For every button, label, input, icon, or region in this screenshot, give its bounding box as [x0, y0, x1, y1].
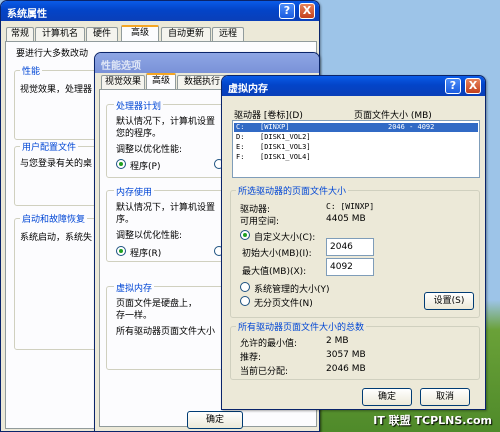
programs-radio-memory-label: 程序(R): [130, 249, 162, 259]
help-button[interactable]: ?: [279, 3, 295, 19]
drive-volume-label: [DISK1_VOL3]: [260, 143, 311, 151]
vm-cancel-button[interactable]: 取消: [420, 388, 470, 406]
vm-text-3: 所有驱动器页面文件大小: [116, 327, 216, 337]
custom-size-label: 自定义大小(C):: [254, 233, 316, 243]
min-allowed-value: 2 MB: [326, 336, 349, 346]
close-button[interactable]: X: [465, 78, 481, 94]
vm-text-2: 存一样。: [116, 311, 153, 321]
custom-size-radio[interactable]: [240, 230, 250, 240]
drive-row[interactable]: F: [DISK1_VOL4]: [234, 153, 478, 162]
programs-radio-processor-label: 程序(P): [130, 162, 161, 172]
no-paging-file-label: 无分页文件(N): [254, 299, 313, 309]
perf-ok-button[interactable]: 确定: [187, 411, 243, 429]
tab-hardware[interactable]: 硬件: [86, 27, 118, 41]
performance-title: 性能: [20, 64, 43, 77]
drive-letter: D:: [236, 133, 245, 141]
system-managed-radio[interactable]: [240, 282, 250, 292]
tab-remote[interactable]: 远程: [212, 27, 244, 41]
user-profile-title: 用户配置文件: [20, 140, 79, 153]
maximum-size-label: 最大值(MB)(X):: [242, 267, 307, 277]
drive-letter: E:: [236, 143, 245, 151]
intro-text: 要进行大多数改动: [16, 49, 89, 59]
system-properties-titlebar[interactable]: 系统属性 ? X: [1, 1, 319, 21]
performance-options-titlebar[interactable]: 性能选项: [95, 53, 319, 73]
startup-text: 系统启动，系统失: [20, 233, 93, 243]
user-profile-text: 与您登录有关的桌: [20, 159, 93, 169]
system-managed-label: 系统管理的大小(Y): [254, 285, 330, 295]
help-button[interactable]: ?: [445, 78, 461, 94]
maximum-size-input[interactable]: 4092: [326, 258, 374, 276]
drive-volume-label: [DISK1_VOL4]: [260, 153, 311, 161]
recommended-label: 推荐:: [240, 353, 262, 363]
free-space-label: 可用空间:: [240, 217, 280, 227]
drive-page-size: 2046 - 4092: [388, 123, 435, 131]
tab-advanced[interactable]: 高级: [121, 25, 159, 41]
memory-adjust-label: 调整以优化性能:: [116, 231, 183, 241]
memory-text-2: 序。: [116, 215, 135, 225]
tab-general[interactable]: 常规: [6, 27, 34, 41]
tab-advanced[interactable]: 高级: [146, 73, 176, 89]
watermark: IT 联盟 TCPLNS.com: [373, 414, 492, 427]
drive-letter: C:: [236, 123, 245, 131]
free-space-value: 4405 MB: [326, 214, 366, 224]
allocated-label: 当前已分配:: [240, 367, 289, 377]
drive-row[interactable]: C: [WINXP] 2046 - 4092: [234, 123, 478, 132]
close-button[interactable]: X: [299, 3, 315, 19]
memory-title: 内存使用: [114, 185, 155, 198]
no-paging-file-radio[interactable]: [240, 296, 250, 306]
initial-size-label: 初始大小(MB)(I):: [242, 249, 312, 259]
vm-ok-button[interactable]: 确定: [362, 388, 412, 406]
virtual-memory-window: 虚拟内存 ? X 驱动器 [卷标](D) 页面文件大小 (MB) C: [WIN…: [221, 75, 486, 410]
window-title: 性能选项: [101, 61, 141, 72]
window-title: 虚拟内存: [228, 84, 268, 95]
drive-row[interactable]: E: [DISK1_VOL3]: [234, 143, 478, 152]
processor-title: 处理器计划: [114, 99, 164, 112]
programs-radio-memory[interactable]: [116, 246, 126, 256]
drive-list[interactable]: C: [WINXP] 2046 - 4092 D: [DISK1_VOL2] E…: [232, 120, 480, 178]
tab-automatic-updates[interactable]: 自动更新: [161, 27, 211, 41]
allocated-value: 2046 MB: [326, 364, 366, 374]
min-allowed-label: 允许的最小值:: [240, 339, 298, 349]
virtual-memory-title: 虚拟内存: [114, 281, 155, 294]
virtual-memory-titlebar[interactable]: 虚拟内存 ? X: [222, 76, 485, 96]
performance-text: 视觉效果，处理器: [20, 85, 93, 95]
recommended-value: 3057 MB: [326, 350, 366, 360]
startup-title: 启动和故障恢复: [20, 212, 88, 225]
tab-data-execution[interactable]: 数据执行: [177, 75, 227, 89]
drive-volume-label: [DISK1_VOL2]: [260, 133, 311, 141]
tab-computer-name[interactable]: 计算机名: [35, 27, 85, 41]
drive-volume-label: [WINXP]: [260, 123, 290, 131]
drive-row[interactable]: D: [DISK1_VOL2]: [234, 133, 478, 142]
drive-letter: F:: [236, 153, 245, 161]
drive-value: C: [WINXP]: [326, 202, 375, 211]
total-size-group-title: 所有驱动器页面文件大小的总数: [236, 320, 367, 333]
selected-drive-group-title: 所选驱动器的页面文件大小: [236, 184, 349, 197]
tab-visual-effects[interactable]: 视觉效果: [101, 75, 145, 89]
programs-radio-processor[interactable]: [116, 159, 126, 169]
initial-size-input[interactable]: 2046: [326, 238, 374, 256]
processor-adjust-label: 调整以优化性能:: [116, 145, 183, 155]
set-button[interactable]: 设置(S): [424, 292, 474, 310]
window-title: 系统属性: [7, 9, 47, 20]
processor-text-2: 您的程序。: [116, 129, 162, 139]
